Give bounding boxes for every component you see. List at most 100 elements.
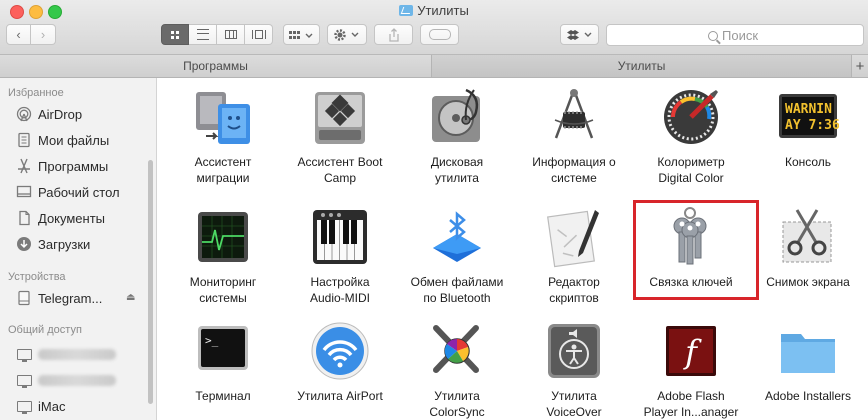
sidebar-item-all-files[interactable]: Мои файлы [15, 132, 109, 148]
share-button[interactable] [374, 24, 413, 45]
list-view-icon [196, 29, 209, 40]
sidebar-item-label: Мои файлы [38, 132, 110, 148]
app-boot-camp-assistant[interactable]: Ассистент Boot Camp [285, 86, 395, 186]
sidebar-item-telegram-drive[interactable]: Telegram... [15, 290, 102, 306]
sidebar-item-shared-2[interactable] [15, 372, 116, 388]
app-label-line1: Колориметр [657, 155, 725, 169]
app-label-line1: Ассистент Boot [297, 155, 383, 169]
sidebar-item-shared-1[interactable] [15, 346, 116, 362]
coverflow-view-button[interactable] [245, 24, 273, 45]
tags-button[interactable] [420, 24, 459, 45]
column-view-button[interactable] [217, 24, 245, 45]
eject-icon[interactable]: ⏏ [126, 292, 135, 303]
app-script-editor[interactable]: Редактор скриптов [519, 206, 629, 306]
app-label-line1: Терминал [195, 389, 251, 403]
sidebar-item-label: Программы [38, 158, 109, 174]
monitor-icon [15, 398, 33, 414]
sidebar-item-applications[interactable]: Программы [15, 158, 108, 174]
system-information-icon [543, 86, 605, 148]
app-bluetooth-file-exchange[interactable]: Обмен файлами по Bluetooth [402, 206, 512, 306]
colorsync-utility-icon [426, 320, 488, 382]
title-bar: Утилиты ‹ › [0, 0, 868, 55]
migration-assistant-icon [192, 86, 254, 148]
app-label-line1: Консоль [784, 155, 832, 169]
console-icon: WARNIN AY 7:36 [777, 86, 839, 148]
dropbox-button[interactable] [560, 24, 599, 45]
back-button[interactable]: ‹ [6, 24, 31, 45]
app-colorsync-utility[interactable]: Утилита ColorSync [402, 320, 512, 420]
drive-icon [15, 290, 33, 306]
sidebar-section-devices: Устройства [8, 271, 66, 283]
forward-button[interactable]: › [31, 24, 56, 45]
app-label-line2: утилита [435, 171, 479, 185]
search-field[interactable] [606, 24, 864, 46]
console-warning-text: WARNIN [785, 102, 832, 117]
app-airport-utility[interactable]: Утилита AirPort [285, 320, 395, 404]
app-terminal[interactable]: >_ Терминал [168, 320, 278, 404]
search-field-inner [708, 28, 782, 43]
sidebar: Избранное AirDrop Мои файлы Программы Ра… [0, 78, 157, 420]
airdrop-icon [15, 106, 33, 122]
list-view-button[interactable] [189, 24, 217, 45]
blurred-host-name [38, 374, 116, 386]
app-activity-monitor[interactable]: Мониторинг системы [168, 206, 278, 306]
activity-monitor-icon [192, 206, 254, 268]
back-chevron-icon: ‹ [16, 27, 21, 42]
tab-utilities[interactable]: Утилиты [432, 55, 852, 77]
airport-utility-icon [309, 320, 371, 382]
app-console[interactable]: WARNIN AY 7:36 Консоль [753, 86, 863, 170]
terminal-prompt-text: >_ [205, 334, 219, 347]
plus-icon: + [855, 57, 865, 75]
sidebar-item-label: iMac [38, 398, 66, 414]
app-label-line2: Camp [323, 171, 356, 185]
app-label-line1: Снимок экрана [766, 275, 850, 289]
sidebar-item-desktop[interactable]: Рабочий стол [15, 184, 120, 200]
documents-icon [15, 210, 33, 226]
app-label-line1: Редактор [548, 275, 600, 289]
downloads-icon [15, 236, 33, 252]
app-label-line2: Digital Color [658, 171, 724, 185]
sidebar-item-airdrop[interactable]: AirDrop [15, 106, 82, 122]
sidebar-item-downloads[interactable]: Загрузки [15, 236, 90, 252]
app-label-line1: Adobe Flash [657, 389, 725, 403]
sidebar-item-documents[interactable]: Документы [15, 210, 105, 226]
digital-color-meter-icon [660, 86, 722, 148]
file-grid: Ассистент миграции Ассистент Boot Camp Д… [157, 78, 868, 420]
search-input[interactable] [722, 28, 782, 43]
sidebar-item-label: Рабочий стол [38, 184, 120, 200]
utilities-folder-icon [399, 5, 414, 16]
highlight-box-keychain [633, 200, 759, 300]
sidebar-item-label: Загрузки [38, 236, 91, 252]
app-audio-midi-setup[interactable]: Настройка Audio-MIDI [285, 206, 395, 306]
app-system-information[interactable]: Информация о системе [519, 86, 629, 186]
arrange-button[interactable] [283, 24, 320, 45]
app-disk-utility[interactable]: Дисковая утилита [402, 86, 512, 186]
action-button[interactable] [327, 24, 367, 45]
app-label-line2: скриптов [549, 291, 599, 305]
new-tab-button[interactable]: + [851, 55, 868, 77]
arrange-grid-icon [288, 30, 312, 39]
app-migration-assistant[interactable]: Ассистент миграции [168, 86, 278, 186]
terminal-icon: >_ [192, 320, 254, 382]
folder-icon [777, 320, 839, 382]
app-label-line1: Обмен файлами [410, 275, 504, 289]
app-digital-color-meter[interactable]: Колориметр Digital Color [636, 86, 746, 186]
folder-adobe-installers[interactable]: Adobe Installers [753, 320, 863, 404]
app-label-line2: миграции [196, 171, 250, 185]
column-view-icon [224, 30, 237, 39]
app-label-line1: Утилита [551, 389, 597, 403]
sidebar-scrollbar[interactable] [148, 160, 153, 404]
app-label-line2: Audio-MIDI [309, 291, 371, 305]
script-editor-icon [543, 206, 605, 268]
applications-icon [15, 158, 33, 174]
app-voiceover-utility[interactable]: Утилита VoiceOver [519, 320, 629, 420]
tab-applications[interactable]: Программы [0, 55, 432, 77]
sidebar-item-label: Документы [38, 210, 106, 226]
sidebar-item-imac[interactable]: iMac [15, 398, 65, 414]
app-adobe-flash-player-install-manager[interactable]: f Adobe Flash Player In...anager [636, 320, 746, 420]
icon-view-button[interactable] [161, 24, 189, 45]
dropbox-icon [566, 29, 591, 40]
view-mode-group [161, 24, 273, 45]
console-time-text: AY 7:36 [785, 118, 839, 133]
app-screenshot[interactable]: Снимок экрана [753, 206, 863, 290]
